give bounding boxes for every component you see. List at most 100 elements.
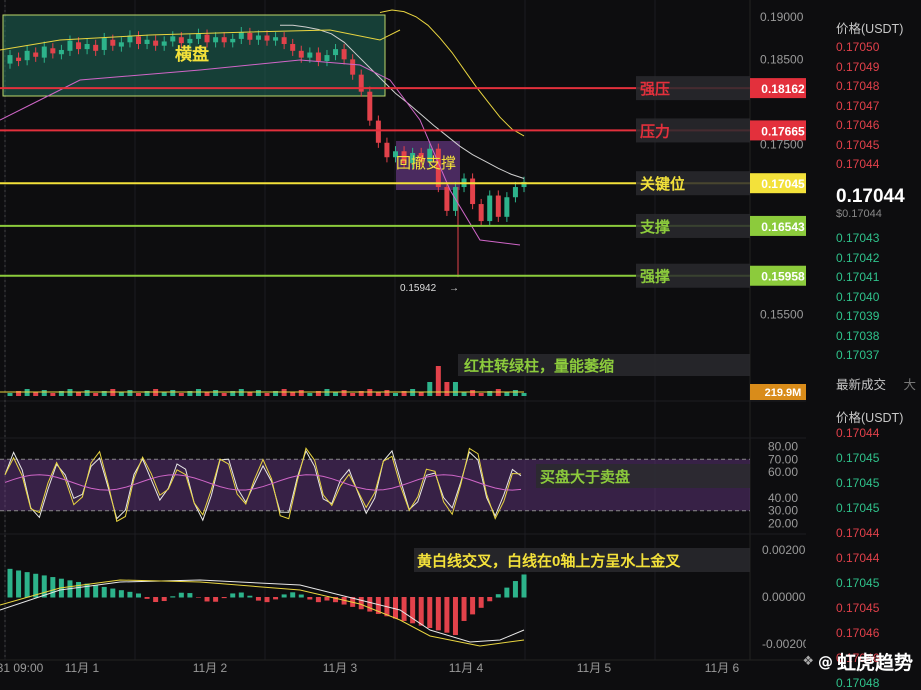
price-row[interactable]: 0.17045 <box>836 138 879 152</box>
recent-trades-tab[interactable]: 大 <box>904 378 917 392</box>
range-label: 横盘 <box>175 44 209 64</box>
price-row[interactable]: 0.17039 <box>836 309 879 323</box>
price-row[interactable]: 0.17045 <box>836 501 879 515</box>
macd-bar <box>290 592 296 598</box>
chart-canvas: 强压 0.18162 压力 0.17665 关键位 0.17045 支撑 0.16543 强撑 0… <box>0 0 816 675</box>
price-row[interactable]: 0.17045 <box>836 451 879 465</box>
candle-body <box>290 44 296 51</box>
level-price-4: 0.15958 <box>761 270 805 284</box>
candle-body <box>333 49 339 56</box>
macd-bar <box>470 597 476 615</box>
diamond-logo-icon: ❖ <box>802 654 814 669</box>
recent-trades-header[interactable]: 最新成交 大 <box>836 374 916 393</box>
candle-body <box>221 37 227 43</box>
macd-bar <box>76 581 82 598</box>
price-row[interactable]: 0.17044 <box>836 426 879 440</box>
price-row[interactable]: 0.17038 <box>836 329 879 343</box>
x-tick-3: 11月 3 <box>323 661 358 675</box>
volume-bar <box>7 393 13 396</box>
macd-bar <box>504 587 510 598</box>
price-row[interactable]: 0.17037 <box>836 348 879 362</box>
volume-bar <box>384 390 390 396</box>
candle-body <box>58 49 64 55</box>
price-row[interactable]: 0.17044 <box>836 157 879 171</box>
volume-bar <box>478 393 484 396</box>
candle-body <box>324 55 330 62</box>
candle-body <box>504 197 510 217</box>
macd-bar <box>367 597 373 612</box>
candle-body <box>367 91 373 121</box>
trades-price-header: 价格(USDT) <box>836 411 904 425</box>
volume-bar <box>418 392 424 396</box>
volume-note: 红柱转绿柱，量能萎缩 <box>464 357 614 375</box>
candle-body <box>487 195 493 222</box>
y-tick-2: 0.17500 <box>760 137 804 151</box>
macd-bar <box>195 597 201 598</box>
macd-bar <box>127 591 133 598</box>
candle-body <box>7 55 13 64</box>
candle-body <box>281 37 287 45</box>
candle-body <box>33 52 39 57</box>
macd-bar <box>213 597 219 602</box>
candle-body <box>144 39 150 45</box>
candle-body <box>444 187 450 211</box>
volume-bar <box>178 393 184 396</box>
price-row[interactable]: 0.17040 <box>836 290 879 304</box>
candle-body <box>93 44 99 51</box>
candle-body <box>307 52 313 58</box>
price-row[interactable]: 0.17048 <box>836 676 879 690</box>
volume-bar <box>298 390 304 396</box>
macd-bar <box>24 572 30 598</box>
candle-body <box>101 38 107 50</box>
macd-bar <box>273 597 279 600</box>
candle-body <box>153 40 159 46</box>
candle-body <box>384 142 390 158</box>
macd-bar <box>144 597 150 599</box>
candle-body <box>110 39 116 46</box>
price-row[interactable]: 0.17045 <box>836 476 879 490</box>
price-row[interactable]: 0.17047 <box>836 99 879 113</box>
price-row[interactable]: 0.17046 <box>836 626 879 640</box>
low-arrow-icon: → <box>449 283 459 294</box>
level-name-0: 强压 <box>640 81 670 98</box>
level-price-3: 0.16543 <box>761 220 805 234</box>
price-row[interactable]: 0.17050 <box>836 40 879 54</box>
ma-yellow-line <box>379 9 525 137</box>
price-row[interactable]: 0.17044 <box>836 551 879 565</box>
macd-bar <box>427 597 433 628</box>
price-row[interactable]: 0.17045 <box>836 601 879 615</box>
volume-bar <box>512 390 518 396</box>
volume-bar <box>307 393 313 396</box>
candle-body <box>255 35 261 40</box>
price-row[interactable]: 0.17045 <box>836 576 879 590</box>
orderbook-price-header: 价格(USDT) <box>836 22 904 36</box>
candle-body <box>230 38 236 43</box>
price-row[interactable]: 0.17048 <box>836 79 879 93</box>
x-tick-6: 11月 6 <box>705 661 740 675</box>
price-row[interactable]: 0.17046 <box>836 118 879 132</box>
macd-bar <box>264 597 270 603</box>
candle-body <box>315 52 321 62</box>
macd-bar <box>461 597 467 621</box>
price-row[interactable]: 0.17044 <box>836 526 879 540</box>
macd-bar <box>153 597 159 603</box>
volume-last-value: 219.9M <box>765 387 802 399</box>
x-tick-0: 31 09:00 <box>0 661 44 675</box>
price-row[interactable]: 0.17043 <box>836 231 879 245</box>
volume-bar <box>444 382 450 396</box>
candle-body <box>213 37 219 43</box>
macd-bar <box>487 597 493 602</box>
volume-bar <box>350 393 356 396</box>
price-row[interactable]: 0.17049 <box>836 60 879 74</box>
candle-body <box>24 50 30 61</box>
candle-body <box>41 46 47 58</box>
volume-bar <box>221 393 227 396</box>
candle-body <box>350 59 356 75</box>
price-row[interactable]: 0.17042 <box>836 251 879 265</box>
price-row[interactable]: 0.17041 <box>836 270 879 284</box>
macd-bar <box>93 585 99 598</box>
x-tick-5: 11月 5 <box>577 661 612 675</box>
at-symbol: @ <box>817 652 833 671</box>
macd-note: 黄白线交叉，白线在0轴上方呈水上金叉 <box>417 552 681 570</box>
macd-bar <box>204 597 210 602</box>
